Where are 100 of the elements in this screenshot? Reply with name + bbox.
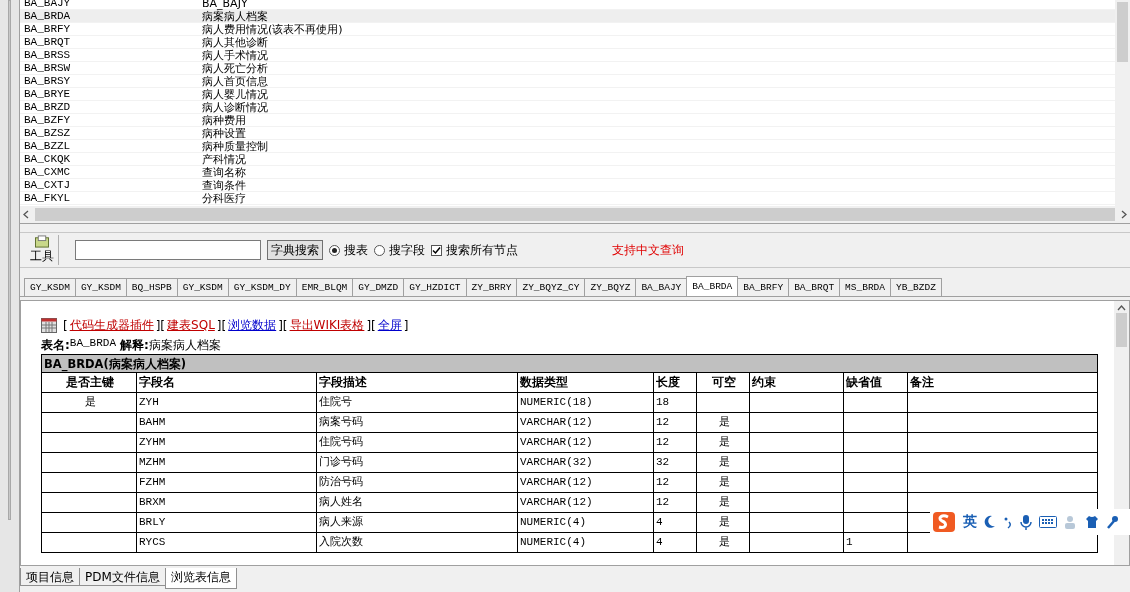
table-cell: 18 [654, 393, 697, 413]
column-header: 长度 [654, 373, 697, 393]
column-header: 约束 [750, 373, 844, 393]
column-header: 缺省值 [844, 373, 908, 393]
table-cell: BAHM [137, 413, 317, 433]
table-cell: NUMERIC(4) [518, 533, 654, 553]
table-cell: NUMERIC(4) [518, 513, 654, 533]
table-cell: 病案号码 [317, 413, 518, 433]
punctuation-icon [1003, 515, 1013, 529]
table-cell: VARCHAR(12) [518, 493, 654, 513]
table-list-row[interactable]: BA_BRDA 病案病人档案 [20, 10, 1115, 23]
moon-icon [984, 515, 996, 529]
link[interactable]: 浏览数据 [228, 317, 277, 334]
column-header: 备注 [908, 373, 1097, 393]
table-cell: 4 [654, 513, 697, 533]
table-cell: FZHM [137, 473, 317, 493]
tool-button[interactable]: 工具 [26, 235, 59, 265]
table-cell: 门诊号码 [317, 453, 518, 473]
table-name-label: 表名: [41, 337, 70, 354]
table-cell: NUMERIC(18) [518, 393, 654, 413]
table-list-row[interactable]: BA_BRQT 病人其他诊断 [20, 36, 1115, 49]
bottom-tab[interactable]: 项目信息 [20, 568, 80, 586]
table-cell [697, 393, 750, 413]
table-list-row[interactable]: BA_BRSS 病人手术情况 [20, 49, 1115, 62]
table-cell: VARCHAR(32) [518, 453, 654, 473]
column-header: 是否主键 [42, 373, 137, 393]
radio-button[interactable] [374, 244, 385, 256]
table-cell: 32 [654, 453, 697, 473]
scrollbar-thumb[interactable] [1117, 2, 1128, 62]
checkbox-label: 搜索所有节点 [446, 241, 518, 259]
link[interactable]: 全屏 [377, 317, 402, 334]
table-list-row[interactable]: BA_CXMC 查询名称 [20, 166, 1115, 179]
table-tab[interactable]: YB_BZDZ [890, 278, 942, 296]
table-list-row[interactable]: BA_CXTJ 查询条件 [20, 179, 1115, 192]
table-cell: 是 [697, 513, 750, 533]
table-cell [844, 453, 908, 473]
table-cell [844, 413, 908, 433]
table-cell: 防治号码 [317, 473, 518, 493]
table-tab[interactable]: BA_BRDA [686, 276, 739, 296]
folder-icon [34, 235, 50, 248]
table-list-row[interactable]: BA_CKQK 产科情况 [20, 153, 1115, 166]
table-cell: 1 [844, 533, 908, 553]
table-cell: 是 [697, 493, 750, 513]
table-cell: 12 [654, 493, 697, 513]
table-cell: 住院号 [317, 393, 518, 413]
horizontal-scrollbar[interactable] [20, 206, 1130, 223]
grid-title: BA_BRDA(病案病人档案) [42, 355, 1097, 373]
table-list-row[interactable]: BA_BRZD 病人诊断情况 [20, 101, 1115, 114]
comment-label: 解释: [120, 337, 149, 354]
table-cell [844, 433, 908, 453]
table-cell: VARCHAR(12) [518, 473, 654, 493]
table-list-row[interactable]: BA_BRSW 病人死亡分析 [20, 62, 1115, 75]
table-list-row[interactable]: BA_BZSZ 病种设置 [20, 127, 1115, 140]
column-header: 字段名 [137, 373, 317, 393]
column-header: 数据类型 [518, 373, 654, 393]
scrollbar-thumb[interactable] [35, 208, 1115, 221]
chevron-left-icon [23, 210, 29, 219]
bottom-tab[interactable]: 浏览表信息 [164, 568, 237, 589]
bracket-text: [ [63, 318, 68, 333]
table-cell: 是 [697, 533, 750, 553]
table-cell [844, 473, 908, 493]
search-field[interactable] [75, 240, 261, 260]
input-mode-toggle[interactable]: 英 [963, 513, 977, 531]
keyboard-icon [1039, 516, 1057, 528]
table-list-row[interactable]: BA_BRYE 病人婴儿情况 [20, 88, 1115, 101]
table-cell: 12 [654, 473, 697, 493]
table-cell: 入院次数 [317, 533, 518, 553]
table-list-row[interactable]: BA_FKYL 分科医疗 [20, 192, 1115, 205]
table-cell: MZHM [137, 453, 317, 473]
table-cell: ZYHM [137, 433, 317, 453]
table-tab[interactable]: GY_KSDM [24, 278, 76, 296]
scrollbar-thumb[interactable] [1116, 313, 1127, 347]
shirt-icon [1085, 515, 1099, 529]
table-list-row[interactable]: BA_BRSY 病人首页信息 [20, 75, 1115, 88]
link[interactable]: 建表SQL [167, 317, 215, 334]
table-cell: 是 [697, 413, 750, 433]
bracket-text: ][ [155, 318, 166, 333]
search-button[interactable]: 字典搜索 [267, 240, 323, 260]
table-cell: 是 [697, 453, 750, 473]
radio-label: 搜字段 [389, 241, 425, 259]
user-icon [1064, 515, 1078, 529]
table-list-row[interactable]: BA_BRFY 病人费用情况(该表不再使用) [20, 23, 1115, 36]
bottom-tab[interactable]: PDM文件信息 [79, 568, 166, 586]
chevron-right-icon [1121, 210, 1127, 219]
table-cell: 是 [42, 393, 137, 413]
table-cell: 12 [654, 433, 697, 453]
checkbox[interactable] [431, 244, 442, 256]
table-cell: VARCHAR(12) [518, 433, 654, 453]
table-cell: BRLY [137, 513, 317, 533]
table-list-row[interactable]: BA_BZFY 病种费用 [20, 114, 1115, 127]
table-cell: 病人姓名 [317, 493, 518, 513]
link[interactable]: 代码生成器插件 [69, 317, 154, 334]
bracket-text: ][ [216, 318, 227, 333]
link[interactable]: 导出WIKI表格 [289, 317, 365, 334]
radio-button[interactable] [329, 244, 340, 256]
table-list-row[interactable]: BA_BZZL 病种质量控制 [20, 140, 1115, 153]
table-name: BA_BRDA [69, 337, 117, 351]
column-header: 字段描述 [317, 373, 518, 393]
vertical-scrollbar[interactable] [1115, 0, 1130, 206]
table-cell: ZYH [137, 393, 317, 413]
